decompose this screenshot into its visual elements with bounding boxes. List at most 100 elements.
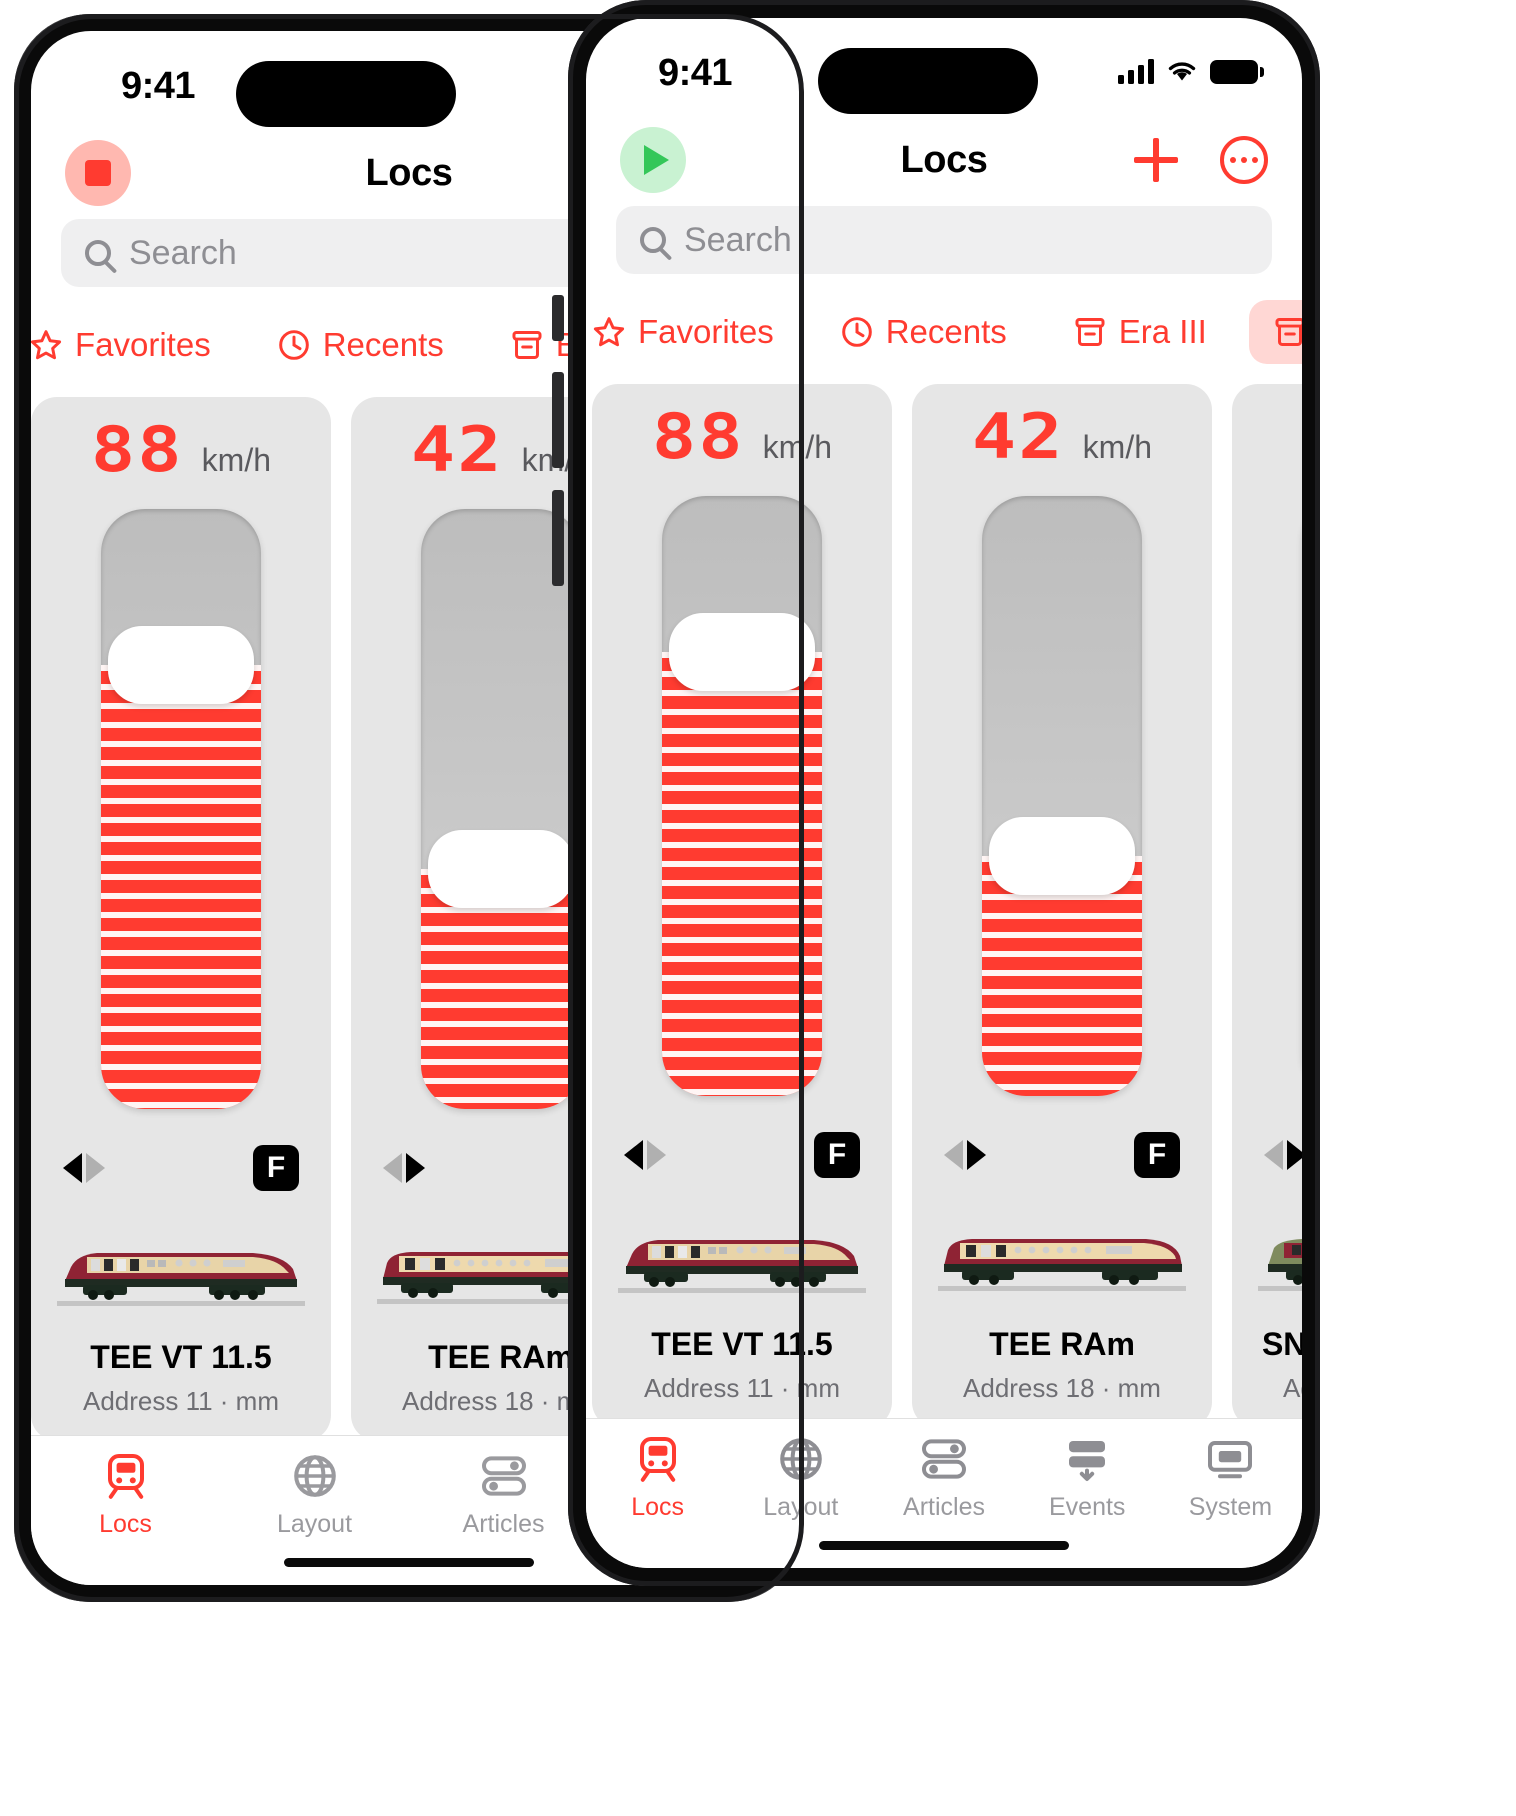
tab-label: Events <box>1048 1493 1126 1521</box>
tab-layout[interactable]: Layout <box>220 1452 409 1539</box>
loco-name: TEE RAm <box>428 1339 574 1375</box>
slider-knob[interactable] <box>108 626 254 704</box>
screenshot-canvas: 9:41 Locs Search Favorites Recents 88 km… <box>0 0 1516 1816</box>
filter-chip-label: Favorites <box>75 326 211 363</box>
search-section-right: Search <box>586 206 1302 292</box>
direction-forward-icon[interactable] <box>647 1140 666 1170</box>
direction-control[interactable] <box>1264 1140 1302 1170</box>
volume-up-button[interactable] <box>552 372 564 468</box>
loco-card[interactable]: 0 km/h F <box>1232 384 1302 1428</box>
archivebox-icon <box>1075 318 1105 346</box>
speed-unit: km/h <box>201 442 271 478</box>
direction-reverse-icon[interactable] <box>383 1153 402 1183</box>
locomotive-image <box>938 1239 1186 1291</box>
tab-label: Layout <box>276 1510 353 1538</box>
slider-fill <box>662 652 822 1096</box>
archivebox-icon <box>512 331 542 359</box>
speed-display: 42 km/h <box>411 419 591 495</box>
direction-forward-icon[interactable] <box>86 1153 105 1183</box>
speed-value: 88 <box>91 413 184 486</box>
wifi-icon <box>1168 62 1196 81</box>
locomotive-image <box>1258 1239 1302 1291</box>
tab-label: Locs <box>631 1493 684 1521</box>
speed-display: 88 km/h <box>91 419 271 495</box>
nav-bar-right: Locs <box>586 114 1302 206</box>
filter-chip-favorites[interactable]: Favorites <box>31 313 235 377</box>
filter-chip-label: Favorites <box>638 313 774 350</box>
home-indicator <box>819 1541 1069 1550</box>
slider-knob[interactable] <box>428 830 574 908</box>
direction-control[interactable] <box>944 1140 986 1170</box>
speed-display: 88 km/h <box>652 406 832 482</box>
speed-slider[interactable] <box>101 509 261 1109</box>
cellular-signal-icon <box>1118 58 1154 84</box>
locomotive-image <box>618 1240 866 1293</box>
direction-control[interactable] <box>383 1153 425 1183</box>
phone-right: 9:41 Locs Search Favorites Recents Era I… <box>568 0 1320 1586</box>
status-bar-right: 9:41 <box>586 18 1302 114</box>
tab-events[interactable]: Events <box>1016 1435 1159 1522</box>
loco-card[interactable]: 42 km/h F <box>912 384 1212 1428</box>
dynamic-island <box>818 48 1038 114</box>
speed-slider[interactable] <box>662 496 822 1096</box>
loco-controls: F <box>928 1126 1196 1184</box>
function-button[interactable]: F <box>814 1132 860 1178</box>
tab-locs[interactable]: Locs <box>31 1452 220 1539</box>
function-button[interactable]: F <box>253 1145 299 1191</box>
globe-icon <box>779 1438 822 1480</box>
home-indicator <box>284 1558 534 1567</box>
loco-address: Address 18 · mm <box>963 1373 1161 1403</box>
phone-right-screen: 9:41 Locs Search Favorites Recents Era I… <box>586 18 1302 1568</box>
search-icon <box>85 240 111 266</box>
speed-slider[interactable] <box>421 509 581 1109</box>
filter-chips-right[interactable]: Favorites Recents Era III <box>586 292 1302 384</box>
page-title: Locs <box>900 138 988 181</box>
stack-icon <box>1069 1441 1106 1481</box>
filter-chip-recents[interactable]: Recents <box>816 300 1031 364</box>
loco-address: Address 11 · mm <box>643 1373 840 1403</box>
loco-name: TEE VT 11.5 <box>651 1326 833 1362</box>
loco-address: Address 26 · mm <box>1283 1373 1302 1403</box>
direction-forward-icon[interactable] <box>406 1153 425 1183</box>
direction-reverse-icon[interactable] <box>624 1140 643 1170</box>
loco-controls: F <box>47 1139 315 1197</box>
search-placeholder: Search <box>129 233 237 272</box>
filter-chip-recents[interactable]: Recents <box>253 313 468 377</box>
slider-knob[interactable] <box>989 817 1135 895</box>
slider-knob[interactable] <box>669 613 815 691</box>
speed-value: 42 <box>972 400 1065 473</box>
loco-address: Address 11 · mm <box>82 1386 279 1416</box>
direction-control[interactable] <box>624 1140 666 1170</box>
filter-chip-label: Recents <box>885 313 1007 350</box>
tab-system[interactable]: System <box>1159 1435 1302 1522</box>
loco-card[interactable]: 88 km/h F TEE VT 11.5 Address 11 · mm <box>31 397 331 1441</box>
direction-forward-icon[interactable] <box>1287 1140 1302 1170</box>
tab-locs[interactable]: Locs <box>586 1435 729 1522</box>
speed-value: 88 <box>652 400 745 473</box>
speed-display: 42 km/h <box>972 406 1152 482</box>
direction-reverse-icon[interactable] <box>1264 1140 1283 1170</box>
loco-name: TEE RAm <box>989 1326 1135 1362</box>
volume-down-button[interactable] <box>552 490 564 586</box>
search-input[interactable]: Search <box>616 206 1272 274</box>
add-loco-button[interactable] <box>1134 138 1178 182</box>
tab-layout[interactable]: Layout <box>729 1435 872 1522</box>
direction-forward-icon[interactable] <box>967 1140 986 1170</box>
slider-fill <box>101 665 261 1109</box>
filter-chip-tee[interactable]: TEE <box>1248 300 1302 364</box>
speed-value: 42 <box>411 413 504 486</box>
direction-control[interactable] <box>63 1153 105 1183</box>
filter-chip-label: Era III <box>1118 313 1207 350</box>
tab-articles[interactable]: Articles <box>872 1435 1015 1522</box>
battery-icon <box>1210 60 1264 84</box>
mute-switch[interactable] <box>552 295 564 341</box>
display-icon <box>1208 1441 1253 1479</box>
filter-chip-era-iii[interactable]: Era III <box>1049 300 1231 364</box>
filter-chip-favorites[interactable]: Favorites <box>586 300 798 364</box>
speed-slider[interactable] <box>982 496 1142 1096</box>
function-button[interactable]: F <box>1134 1132 1180 1178</box>
direction-reverse-icon[interactable] <box>63 1153 82 1183</box>
speed-unit: km/h <box>1082 429 1152 465</box>
direction-reverse-icon[interactable] <box>944 1140 963 1170</box>
loco-card[interactable]: 88 km/h F TEE VT 11.5 Address 11 · mm <box>592 384 892 1428</box>
